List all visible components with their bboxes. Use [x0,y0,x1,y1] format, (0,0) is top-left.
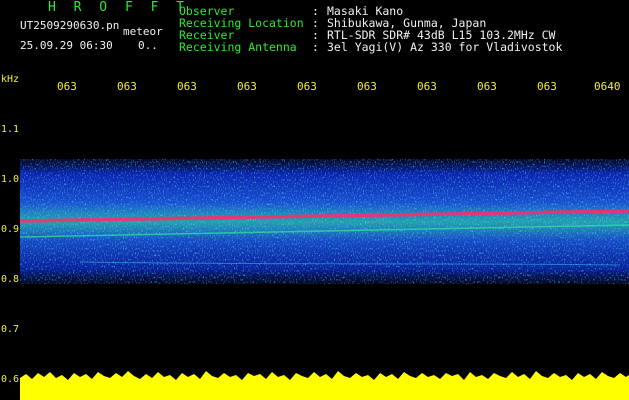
x-tick-9: 063 [537,80,557,93]
y-tick-1.1: 1.1 [1,124,20,135]
x-tick-4: 063 [237,80,257,93]
y-tick-0.9: 0.9 [1,224,20,235]
y-tick-0.8: 0.8 [1,274,20,285]
x-tick-5: 063 [297,80,317,93]
spectrogram [20,97,629,400]
observation-datetime: 25.09.29 06:30 [20,39,113,52]
antenna-colon: : [312,40,319,54]
image-filename: UT2509290630.pn [20,19,120,32]
y-axis-unit: kHz [1,74,20,85]
x-tick-2: 063 [117,80,137,93]
hrofft-window: H R O F F T UT2509290630.pn meteor 25.09… [0,0,629,400]
x-tick-3: 063 [177,80,197,93]
x-tick-8: 063 [477,80,497,93]
x-tick-1: 063 [57,80,77,93]
y-tick-1.0: 1.0 [1,174,20,185]
spectrogram-canvas [20,159,629,400]
y-tick-0.6: 0.6 [1,374,20,385]
x-tick-7: 063 [417,80,437,93]
noise-floor [20,371,629,400]
spectrum-grain [20,159,629,284]
antenna-label: Receiving Antenna [179,40,297,54]
meteor-count: 0.. [138,39,158,52]
app-brand: H R O F F T [48,0,190,15]
x-tick-6: 063 [357,80,377,93]
x-tick-10: 0640 [594,80,621,93]
antenna-value: 3el Yagi(V) Az 330 for Vladivostok [327,40,563,54]
meteor-label: meteor [123,25,163,38]
y-tick-0.7: 0.7 [1,324,20,335]
